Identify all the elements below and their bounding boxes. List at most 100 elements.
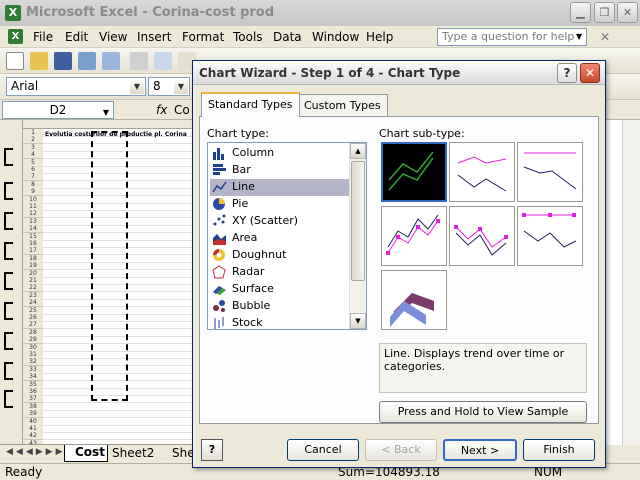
sheet-tab-cost[interactable]: Cost [64, 445, 108, 462]
chart-type-label: Bar [232, 163, 251, 176]
minimize-icon[interactable]: ▁ [570, 2, 591, 23]
back-button[interactable]: < Back [365, 439, 437, 461]
chevron-down-icon[interactable]: ▼ [576, 32, 582, 41]
outline-bracket-icon[interactable] [4, 362, 13, 380]
selection-marquee [91, 131, 128, 401]
scroll-down-icon[interactable]: ▼ [350, 313, 366, 329]
subtype-line[interactable] [381, 142, 447, 202]
chart-type-xy-scatter[interactable]: XY (Scatter) [210, 213, 350, 230]
save-icon[interactable] [54, 52, 72, 70]
new-icon[interactable] [6, 52, 24, 70]
bar-chart-icon [212, 163, 227, 177]
scatter-chart-icon [212, 214, 227, 228]
menu-edit[interactable]: Edit [65, 30, 88, 44]
chart-type-pie[interactable]: Pie [210, 196, 350, 213]
cancel-button[interactable]: Cancel [287, 439, 359, 461]
name-box[interactable]: D2 ▼ [2, 101, 114, 119]
sheet-tab-sheet2[interactable]: Sheet2 [112, 446, 154, 460]
chart-type-area[interactable]: Area [210, 230, 350, 247]
subtype-3d-line[interactable] [381, 270, 447, 330]
line-markers-icon [386, 214, 440, 255]
outline-bracket-icon[interactable] [4, 148, 13, 166]
font-select[interactable]: Arial ▼ [6, 77, 146, 96]
close-icon[interactable]: ✕ [617, 2, 638, 23]
chart-type-doughnut[interactable]: Doughnut [210, 247, 350, 264]
status-ready: Ready [5, 465, 43, 479]
percent-markers-icon [522, 213, 577, 248]
menu-tools[interactable]: Tools [233, 30, 263, 44]
help-icon[interactable]: ? [557, 63, 577, 83]
print-icon[interactable] [130, 52, 148, 70]
open-icon[interactable] [30, 52, 48, 70]
tab-scroll-icon[interactable]: ◀◀◀▶▶▶ [6, 447, 66, 457]
subtype-stacked-line[interactable] [449, 142, 515, 202]
subtype-100-stacked-markers[interactable] [517, 206, 583, 266]
formula-content[interactable]: Co [174, 103, 190, 117]
outline-bracket-icon[interactable] [4, 272, 13, 290]
close-icon[interactable]: ✕ [580, 63, 600, 83]
area-chart-icon [212, 231, 227, 245]
menu-data[interactable]: Data [273, 30, 302, 44]
chart-type-radar[interactable]: Radar [210, 264, 350, 281]
outline-bracket-icon[interactable] [4, 182, 13, 200]
outline-bracket-icon[interactable] [4, 302, 13, 320]
chart-wizard-dialog: Chart Wizard - Step 1 of 4 - Chart Type … [192, 60, 606, 468]
percent-line-icon [523, 152, 577, 190]
chart-type-column[interactable]: Column [210, 145, 350, 162]
view-sample-button[interactable]: Press and Hold to View Sample [379, 401, 587, 423]
chevron-down-icon[interactable]: ▼ [103, 105, 109, 121]
stock-chart-icon [212, 316, 227, 329]
subtype-stacked-line-markers[interactable] [449, 206, 515, 266]
sheet-tab-bar: ◀◀◀▶▶▶ Cost Sheet2 She [0, 444, 200, 462]
excel-icon[interactable]: X [5, 5, 21, 21]
menu-view[interactable]: View [99, 30, 127, 44]
list-scrollbar[interactable]: ▲ ▼ [349, 143, 366, 329]
chart-description: Line. Displays trend over time or catego… [379, 343, 587, 393]
bubble-chart-icon [212, 299, 227, 313]
chart-type-bubble[interactable]: Bubble [210, 298, 350, 315]
next-button[interactable]: Next > [443, 439, 517, 461]
office-assistant-icon[interactable]: ? [201, 439, 223, 461]
tab-custom-types[interactable]: Custom Types [297, 94, 388, 116]
outline-bracket-icon[interactable] [4, 332, 13, 350]
chevron-down-icon[interactable]: ▼ [174, 79, 188, 94]
chart-type-stock[interactable]: Stock [210, 315, 350, 329]
outline-bracket-icon[interactable] [4, 242, 13, 260]
question-input[interactable]: Type a question for help [437, 28, 587, 46]
menu-format[interactable]: Format [182, 30, 224, 44]
outline-bracket-icon[interactable] [4, 212, 13, 230]
outline-bracket-icon[interactable] [4, 390, 13, 408]
permission-icon[interactable] [78, 52, 96, 70]
column-chart-icon [212, 146, 227, 160]
chart-type-list[interactable]: Column Bar Line Pie XY (Scatter) Area Doughnut… [207, 142, 367, 330]
menu-help[interactable]: Help [366, 30, 393, 44]
email-icon[interactable] [102, 52, 120, 70]
workbook-icon[interactable]: X [8, 29, 23, 44]
vertical-scrollbar[interactable] [622, 120, 640, 445]
font-size-select[interactable]: 8 ▼ [148, 77, 190, 96]
tab-standard-types[interactable]: Standard Types [201, 92, 300, 117]
surface-chart-icon [212, 282, 227, 296]
chart-type-surface[interactable]: Surface [210, 281, 350, 298]
scroll-up-icon[interactable]: ▲ [350, 143, 366, 159]
chart-type-label: Doughnut [232, 248, 287, 261]
chart-type-label: Radar [232, 265, 265, 278]
restore-icon[interactable]: ❐ [594, 2, 615, 23]
chart-type-bar[interactable]: Bar [210, 162, 350, 179]
menu-window[interactable]: Window [312, 30, 359, 44]
chart-type-line[interactable]: Line [210, 179, 350, 196]
subtype-line-markers[interactable] [381, 206, 447, 266]
menu-insert[interactable]: Insert [137, 30, 171, 44]
close-icon[interactable]: ✕ [600, 30, 610, 44]
print-preview-icon[interactable] [154, 52, 172, 70]
insert-function-icon[interactable]: fx [156, 103, 167, 117]
column-headers [23, 120, 200, 129]
menu-file[interactable]: File [33, 30, 53, 44]
chevron-down-icon[interactable]: ▼ [130, 79, 144, 94]
scroll-thumb[interactable] [351, 161, 365, 281]
line-chart-icon [212, 180, 227, 194]
finish-button[interactable]: Finish [523, 439, 595, 461]
subtype-100-stacked-line[interactable] [517, 142, 583, 202]
chart-subtype-label: Chart sub-type: [379, 127, 465, 140]
worksheet-grid[interactable]: 1 2 3 4 5 6 7 8 9 10 11 12 13 14 15 16 17 18 19 20 21 22 23 24 2… [0, 120, 200, 445]
